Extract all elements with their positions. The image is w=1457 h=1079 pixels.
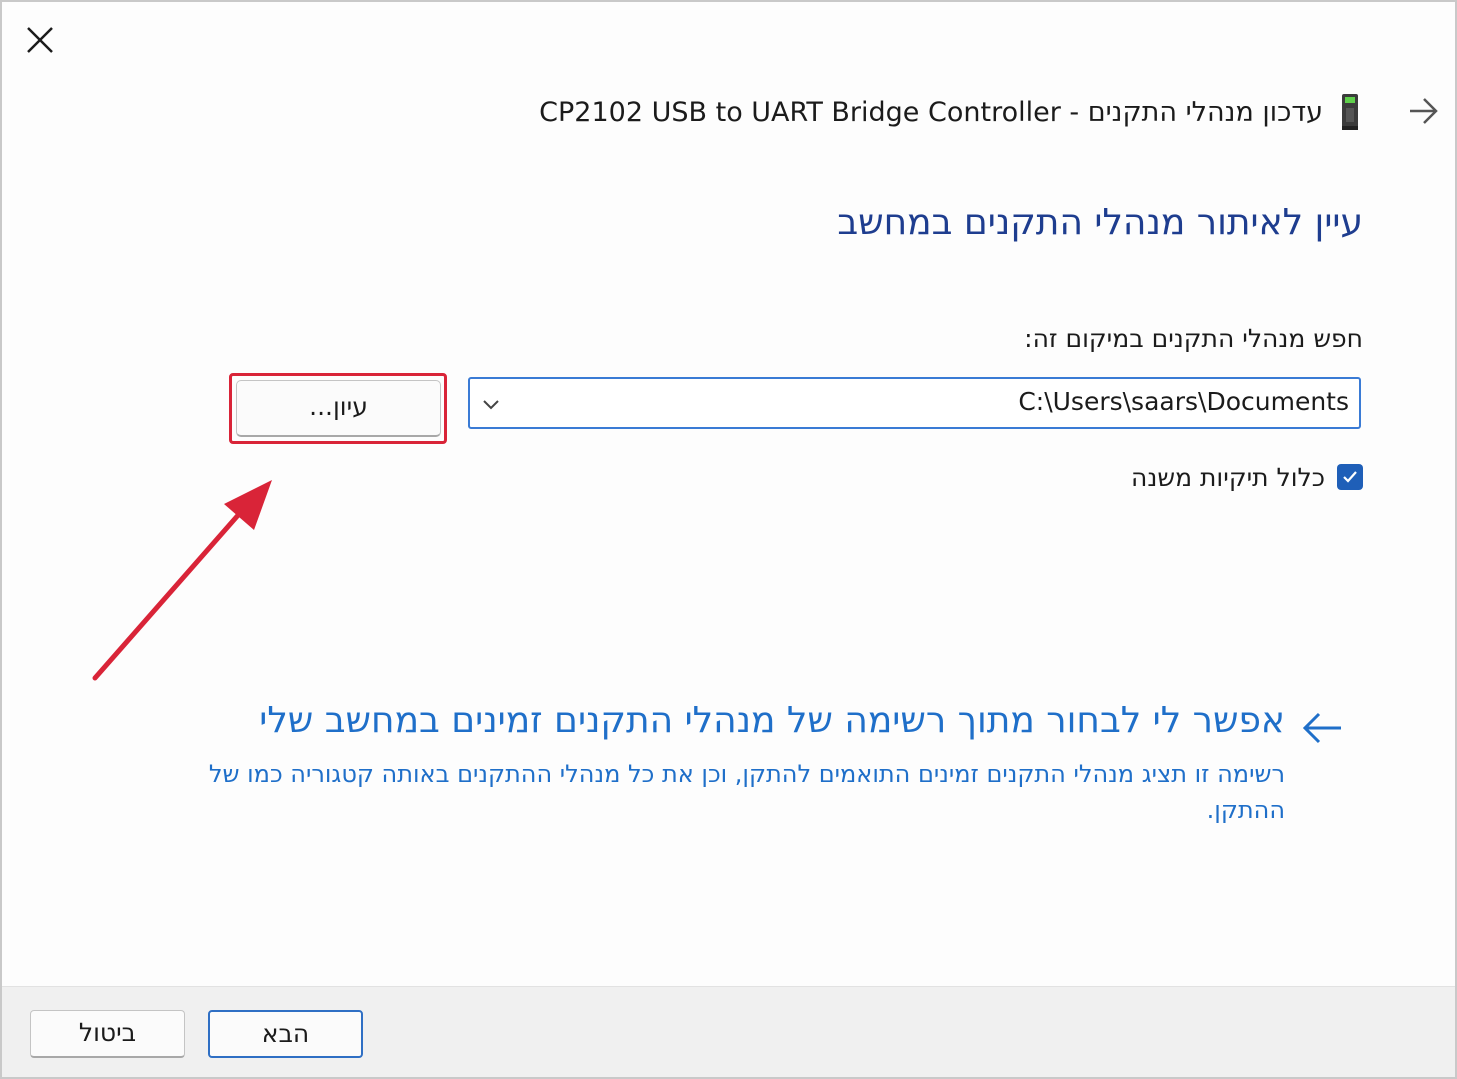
close-button[interactable] <box>20 20 60 60</box>
include-subfolders-checkbox[interactable] <box>1337 464 1363 490</box>
browse-button[interactable]: עיון... <box>236 380 441 437</box>
choose-from-list-link[interactable]: אפשר לי לבחור מתוך רשימה של מנהלי התקנים… <box>259 700 1285 741</box>
search-location-label: חפש מנהלי התקנים במיקום זה: <box>1024 324 1363 353</box>
cancel-button[interactable]: ביטול <box>30 1010 185 1058</box>
driver-update-dialog: CP2102 USB to UART Bridge Controller - ע… <box>0 0 1457 1079</box>
include-subfolders-label: כלול תיקיות משנה <box>1131 462 1325 492</box>
path-input-value[interactable]: C:\Users\saars\Documents <box>1018 387 1349 416</box>
dialog-footer: הבא ביטול <box>2 986 1455 1077</box>
next-button[interactable]: הבא <box>208 1010 363 1058</box>
chevron-down-icon[interactable] <box>480 393 502 415</box>
page-heading: עיין לאיתור מנהלי התקנים במחשב <box>837 202 1363 243</box>
checkmark-icon <box>1343 471 1357 483</box>
back-arrow-icon <box>1410 98 1438 124</box>
back-button[interactable] <box>1404 92 1442 130</box>
close-icon <box>27 27 53 53</box>
choose-from-list-description: רשימה זו תציג מנהלי התקנים זמינים התואמי… <box>208 760 1285 824</box>
arrow-left-icon <box>1302 712 1341 744</box>
include-subfolders-row[interactable]: כלול תיקיות משנה <box>1131 457 1363 497</box>
usb-device-icon <box>1342 94 1358 130</box>
dialog-title-bar: CP2102 USB to UART Bridge Controller - ע… <box>539 88 1363 136</box>
dialog-title: CP2102 USB to UART Bridge Controller - ע… <box>539 96 1323 128</box>
annotation-arrow <box>92 480 272 681</box>
path-combobox[interactable]: C:\Users\saars\Documents <box>468 377 1361 429</box>
